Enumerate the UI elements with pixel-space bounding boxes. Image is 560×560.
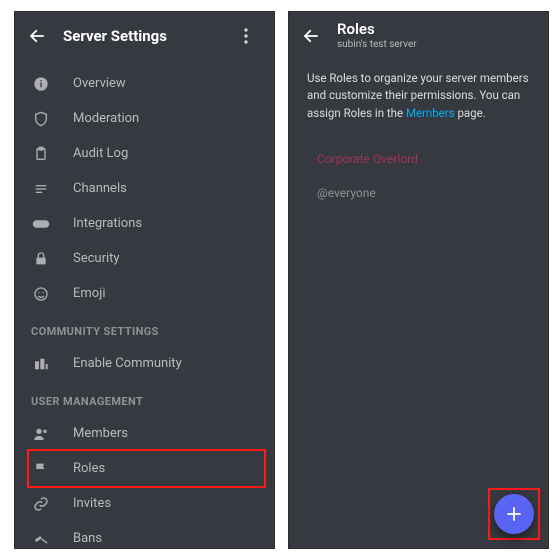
role-name: Corporate Overlord: [317, 152, 418, 166]
add-role-button[interactable]: [494, 494, 534, 534]
flag-icon: [31, 459, 51, 479]
tutorial-highlight-roles: [27, 449, 266, 488]
list-icon: [31, 179, 51, 199]
shield-icon: [31, 109, 51, 129]
menu-label: Channels: [73, 181, 127, 196]
menu-label: Audit Log: [73, 146, 128, 161]
desc-text-post: page.: [455, 106, 486, 120]
menu-label: Security: [73, 251, 120, 266]
menu-label: Invites: [73, 496, 111, 511]
server-settings-header: Server Settings: [15, 12, 274, 60]
sidebar-item-integrations[interactable]: Integrations: [15, 206, 274, 241]
settings-menu: Overview Moderation Audit Log Channels I…: [15, 60, 274, 549]
info-icon: [31, 74, 51, 94]
roles-list: Corporate Overlord @everyone: [289, 138, 548, 214]
menu-label: Members: [73, 426, 128, 441]
sidebar-item-security[interactable]: Security: [15, 241, 274, 276]
roles-header: Roles subin's test server: [289, 12, 548, 60]
roles-description: Use Roles to organize your server member…: [289, 60, 548, 138]
sidebar-item-moderation[interactable]: Moderation: [15, 101, 274, 136]
server-settings-screen: Server Settings Overview Moderation Audi…: [14, 11, 275, 549]
roles-screen: Roles subin's test server Use Roles to o…: [288, 11, 549, 549]
sidebar-item-overview[interactable]: Overview: [15, 66, 274, 101]
roles-title: Roles: [337, 21, 417, 38]
members-icon: [31, 424, 51, 444]
menu-label: Moderation: [73, 111, 139, 126]
menu-label: Emoji: [73, 286, 105, 301]
sidebar-item-audit-log[interactable]: Audit Log: [15, 136, 274, 171]
lock-icon: [31, 249, 51, 269]
back-arrow-icon[interactable]: [301, 27, 321, 45]
roles-subtitle: subin's test server: [337, 39, 417, 51]
page-title: Server Settings: [63, 27, 167, 45]
back-arrow-icon[interactable]: [27, 27, 47, 45]
sidebar-item-bans[interactable]: Bans: [15, 521, 274, 549]
link-icon: [31, 494, 51, 514]
menu-label: Roles: [73, 461, 105, 476]
sidebar-item-enable-community[interactable]: Enable Community: [15, 346, 274, 381]
clipboard-icon: [31, 144, 51, 164]
menu-label: Bans: [73, 531, 102, 546]
section-user-management: User Management: [15, 381, 274, 416]
community-icon: [31, 354, 51, 374]
sidebar-item-invites[interactable]: Invites: [15, 486, 274, 521]
plus-icon: [505, 505, 523, 523]
sidebar-item-emoji[interactable]: Emoji: [15, 276, 274, 311]
sidebar-item-channels[interactable]: Channels: [15, 171, 274, 206]
gamepad-icon: [31, 214, 51, 234]
members-link[interactable]: Members: [406, 106, 455, 120]
section-community-settings: Community Settings: [15, 311, 274, 346]
menu-label: Integrations: [73, 216, 142, 231]
menu-label: Enable Community: [73, 356, 182, 371]
role-name: @everyone: [317, 186, 376, 200]
emoji-icon: [31, 284, 51, 304]
menu-label: Overview: [73, 76, 126, 91]
more-options-icon[interactable]: [244, 28, 262, 44]
add-role-fab-area: [488, 488, 540, 540]
role-row-corporate-overlord[interactable]: Corporate Overlord: [289, 142, 548, 176]
role-row-everyone[interactable]: @everyone: [289, 176, 548, 210]
gavel-icon: [31, 529, 51, 549]
sidebar-item-roles[interactable]: Roles: [15, 451, 274, 486]
sidebar-item-members[interactable]: Members: [15, 416, 274, 451]
